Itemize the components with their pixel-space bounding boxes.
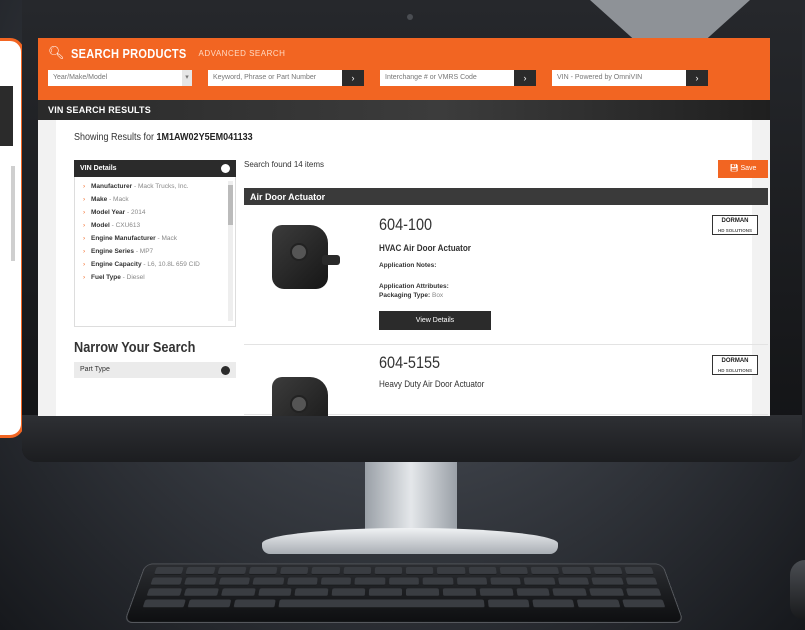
vin-field[interactable]: VIN - Powered by OmniVIN › — [552, 70, 708, 86]
part-type-filter[interactable]: Part Type — [74, 362, 236, 378]
results-content: Showing Results for 1M1AW02Y5EM041133 VI… — [56, 120, 768, 416]
list-item: Model - CXU613 — [83, 222, 227, 229]
product-image[interactable] — [250, 217, 360, 307]
product-name: Heavy Duty Air Door Actuator — [379, 379, 485, 389]
screen: 🔍︎ SEARCH PRODUCTS ADVANCED SEARCH Year/… — [38, 38, 770, 416]
search-bar: 🔍︎ SEARCH PRODUCTS ADVANCED SEARCH Year/… — [38, 38, 770, 100]
expand-icon[interactable] — [221, 366, 230, 375]
list-item: Model Year - 2014 — [83, 209, 227, 216]
showing-vin: 1M1AW02Y5EM041133 — [156, 132, 253, 143]
interchange-go-button[interactable]: › — [514, 70, 536, 86]
view-details-button[interactable]: View Details — [379, 311, 491, 330]
monitor-chin — [22, 415, 802, 462]
brand-logo: DORMAN HD SOLUTIONS — [712, 215, 758, 235]
vin-go-button[interactable]: › — [686, 70, 708, 86]
mouse — [790, 560, 805, 620]
vin-details-scrollbar[interactable] — [228, 181, 233, 321]
vin-details-title: VIN Details — [80, 165, 117, 172]
narrow-your-search-title: Narrow Your Search — [74, 339, 196, 356]
product-number[interactable]: 604-5155 — [379, 353, 440, 373]
keyword-go-button[interactable]: › — [342, 70, 364, 86]
chevron-down-icon[interactable]: ▾ — [182, 70, 192, 86]
search-title: 🔍︎ SEARCH PRODUCTS ADVANCED SEARCH — [48, 44, 758, 62]
showing-prefix: Showing Results for — [74, 132, 155, 143]
list-item: Manufacturer - Mack Trucks, Inc. — [83, 183, 227, 190]
side-panel-bar — [0, 86, 13, 146]
keyword-field[interactable]: Keyword, Phrase or Part Number › — [208, 70, 364, 86]
application-notes: Application Notes: — [379, 262, 437, 269]
search-found-count: Search found 14 items — [244, 160, 325, 169]
keyboard — [123, 563, 685, 623]
product-image[interactable] — [250, 357, 360, 416]
list-item: Fuel Type - Diesel — [83, 274, 227, 281]
product-number[interactable]: 604-100 — [379, 215, 432, 235]
product-card: 604-100 HVAC Air Door Actuator Applicati… — [244, 205, 768, 345]
monitor-base — [262, 528, 558, 554]
vin-search-results-header: VIN SEARCH RESULTS — [38, 100, 770, 120]
interchange-input[interactable]: Interchange # or VMRS Code — [380, 70, 514, 86]
search-products-title: SEARCH PRODUCTS — [70, 45, 187, 61]
part-type-label: Part Type — [80, 366, 110, 373]
right-column: Search found 14 items 💾︎ Save Air Door A… — [244, 160, 768, 416]
category-header: Air Door Actuator — [244, 188, 768, 205]
list-item: Make - Mack — [83, 196, 227, 203]
keyword-input[interactable]: Keyword, Phrase or Part Number — [208, 70, 342, 86]
vin-details-header[interactable]: VIN Details — [74, 160, 236, 177]
year-make-model-select[interactable]: Year/Make/Model ▾ — [48, 70, 192, 86]
side-panel — [0, 38, 24, 438]
list-item: Engine Capacity - L6, 10.8L 659 CID — [83, 261, 227, 268]
showing-results: Showing Results for 1M1AW02Y5EM041133 — [74, 132, 675, 143]
product-name: HVAC Air Door Actuator — [379, 243, 471, 253]
side-panel-scrollbar — [11, 166, 15, 261]
vin-details-list: Manufacturer - Mack Trucks, Inc. Make - … — [74, 177, 236, 327]
product-card: 604-5155 Heavy Duty Air Door Actuator DO… — [244, 345, 768, 416]
monitor-stand — [365, 462, 457, 534]
vin-input[interactable]: VIN - Powered by OmniVIN — [552, 70, 686, 86]
search-icon: 🔍︎ — [48, 45, 65, 60]
left-column: VIN Details Manufacturer - Mack Trucks, … — [74, 160, 236, 378]
interchange-field[interactable]: Interchange # or VMRS Code › — [380, 70, 536, 86]
brand-logo: DORMAN HD SOLUTIONS — [712, 355, 758, 375]
application-attributes: Application Attributes: Packaging Type: … — [379, 283, 449, 299]
list-item: Engine Series - MP7 — [83, 248, 227, 255]
collapse-icon[interactable] — [221, 164, 230, 173]
save-button[interactable]: 💾︎ Save — [718, 160, 768, 178]
advanced-search-link[interactable]: ADVANCED SEARCH — [198, 49, 285, 58]
list-item: Engine Manufacturer - Mack — [83, 235, 227, 242]
webcam-icon — [407, 14, 413, 20]
